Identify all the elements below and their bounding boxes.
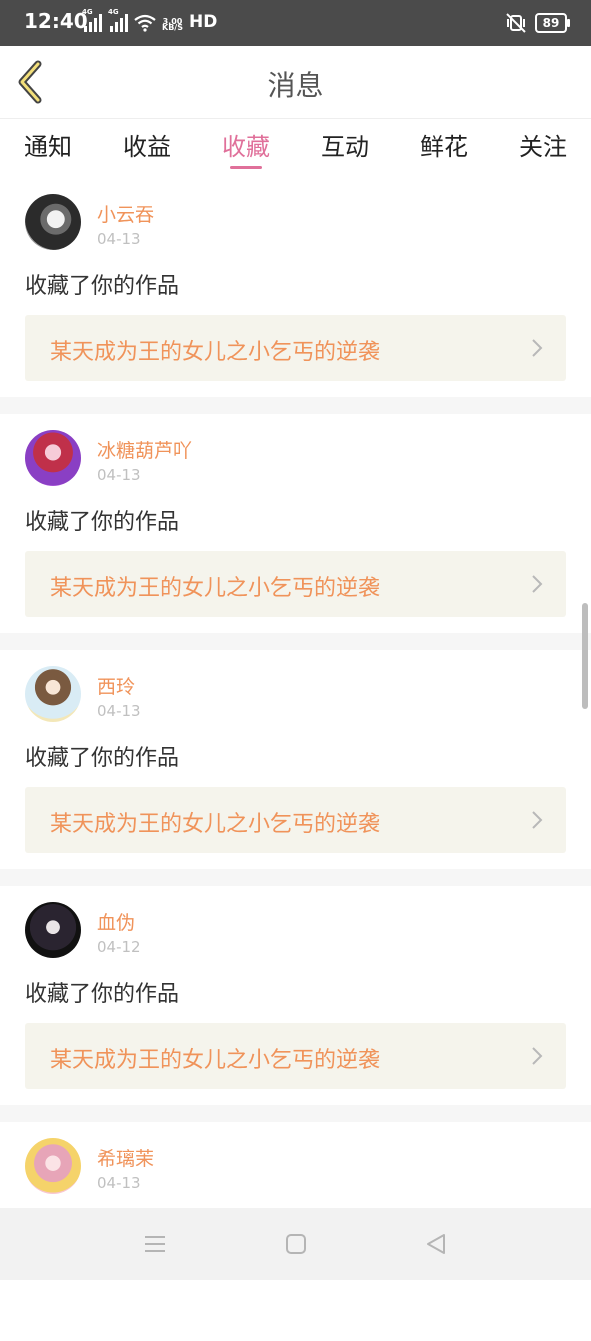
avatar[interactable]	[25, 194, 81, 250]
signal-icon-2: 4G	[108, 8, 128, 32]
scrollbar-thumb[interactable]	[582, 603, 588, 709]
status-bar: 12:40 4G 4G 3.00 KB/S HD 89	[0, 0, 591, 46]
status-time: 12:40	[24, 9, 88, 33]
tab-flowers[interactable]: 鲜花	[420, 127, 468, 162]
list-item: 西玲 04-13 收藏了你的作品 某天成为王的女儿之小乞丐的逆袭	[0, 650, 591, 869]
list-item: 小云吞 04-13 收藏了你的作品 某天成为王的女儿之小乞丐的逆袭	[0, 178, 591, 397]
work-title: 某天成为王的女儿之小乞丐的逆袭	[50, 1048, 381, 1073]
hd-indicator: HD	[188, 12, 218, 32]
user-name[interactable]: 希璃茉	[97, 1144, 154, 1171]
status-right-icons: 89	[505, 13, 570, 33]
item-action-text: 收藏了你的作品	[25, 746, 180, 771]
list-item: 血伪 04-12 收藏了你的作品 某天成为王的女儿之小乞丐的逆袭	[0, 886, 591, 1105]
signal-icon: 4G	[82, 8, 102, 32]
system-nav-bar	[0, 1208, 591, 1280]
item-date: 04-13	[97, 230, 141, 248]
status-left-icons: 4G 4G 3.00 KB/S HD	[82, 8, 218, 32]
network-type-2: 4G	[108, 8, 119, 16]
tab-interactions[interactable]: 互动	[321, 127, 369, 162]
divider	[0, 869, 591, 886]
item-date: 04-13	[97, 702, 141, 720]
menu-icon[interactable]	[143, 1232, 167, 1256]
item-date: 04-12	[97, 938, 141, 956]
work-link[interactable]: 某天成为王的女儿之小乞丐的逆袭	[25, 1023, 566, 1089]
work-title: 某天成为王的女儿之小乞丐的逆袭	[50, 812, 381, 837]
list-item: 冰糖葫芦吖 04-13 收藏了你的作品 某天成为王的女儿之小乞丐的逆袭	[0, 414, 591, 633]
avatar[interactable]	[25, 430, 81, 486]
app-header: 消息	[0, 46, 591, 118]
work-link[interactable]: 某天成为王的女儿之小乞丐的逆袭	[25, 315, 566, 381]
chevron-right-icon	[532, 811, 543, 829]
user-name[interactable]: 血伪	[97, 908, 135, 935]
avatar[interactable]	[25, 1138, 81, 1194]
tab-notifications[interactable]: 通知	[24, 127, 72, 162]
vibrate-mute-icon	[506, 13, 526, 33]
avatar[interactable]	[25, 902, 81, 958]
work-link[interactable]: 某天成为王的女儿之小乞丐的逆袭	[25, 551, 566, 617]
chevron-right-icon	[532, 575, 543, 593]
tab-favorites[interactable]: 收藏	[222, 127, 270, 162]
divider	[0, 397, 591, 414]
user-name[interactable]: 西玲	[97, 672, 135, 699]
work-title: 某天成为王的女儿之小乞丐的逆袭	[50, 576, 381, 601]
tab-active-underline	[230, 166, 262, 169]
network-type-1: 4G	[82, 8, 93, 16]
wifi-icon	[134, 14, 156, 32]
item-date: 04-13	[97, 1174, 141, 1192]
user-name[interactable]: 冰糖葫芦吖	[97, 436, 192, 463]
divider	[0, 1105, 591, 1122]
chevron-right-icon	[532, 339, 543, 357]
tab-bar: 通知 收益 收藏 互动 鲜花 关注	[0, 118, 591, 177]
user-name[interactable]: 小云吞	[97, 200, 154, 227]
avatar[interactable]	[25, 666, 81, 722]
item-action-text: 收藏了你的作品	[25, 274, 180, 299]
home-square-icon[interactable]	[284, 1232, 308, 1256]
work-link[interactable]: 某天成为王的女儿之小乞丐的逆袭	[25, 787, 566, 853]
battery-icon: 89	[535, 13, 570, 33]
item-action-text: 收藏了你的作品	[25, 510, 180, 535]
network-speed: 3.00 KB/S	[162, 17, 183, 32]
back-triangle-icon[interactable]	[424, 1232, 448, 1256]
favorites-list: 小云吞 04-13 收藏了你的作品 某天成为王的女儿之小乞丐的逆袭 冰糖葫芦吖 …	[0, 178, 591, 1341]
tab-earnings[interactable]: 收益	[123, 127, 171, 162]
item-date: 04-13	[97, 466, 141, 484]
page-title: 消息	[267, 69, 324, 102]
work-title: 某天成为王的女儿之小乞丐的逆袭	[50, 340, 381, 365]
divider	[0, 633, 591, 650]
chevron-right-icon	[532, 1047, 543, 1065]
item-action-text: 收藏了你的作品	[25, 982, 180, 1007]
tab-follows[interactable]: 关注	[519, 127, 567, 162]
